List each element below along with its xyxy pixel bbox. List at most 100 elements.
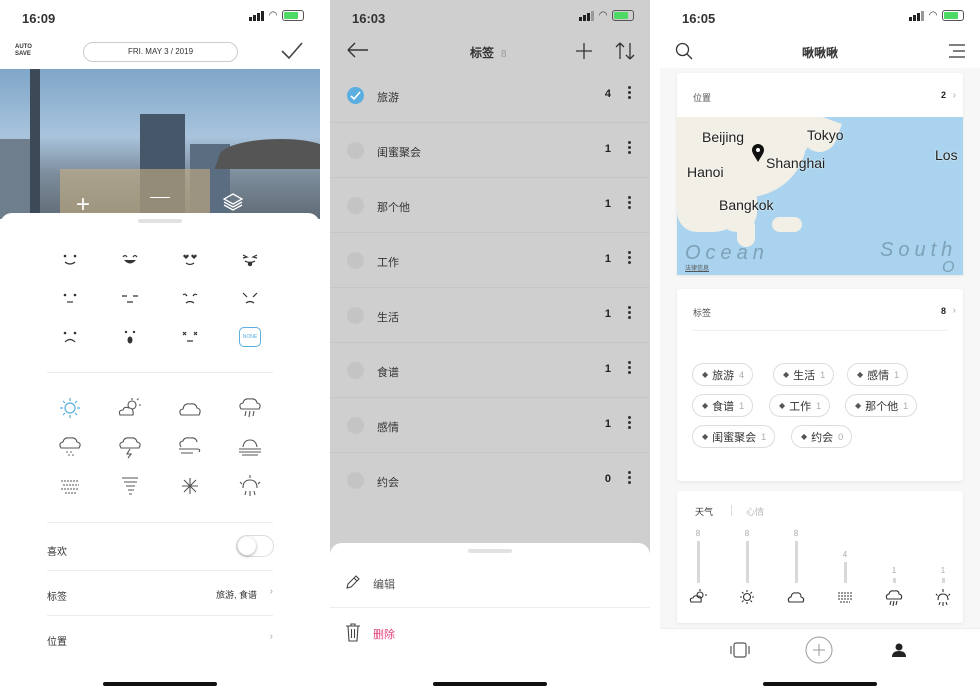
tag-check-icon[interactable]	[347, 142, 364, 159]
more-icon[interactable]	[628, 141, 632, 156]
tag-check-icon[interactable]	[347, 472, 364, 489]
tag-row[interactable]: 闺蜜聚会 1	[330, 123, 650, 178]
weather-stat-count: 8	[695, 529, 701, 538]
entry-photo[interactable]: +	[0, 69, 320, 219]
map-legal-link[interactable]: 法律信息	[685, 263, 709, 272]
autosave-toggle[interactable]: AUTO SAVE	[15, 44, 35, 58]
location-label: 位置	[47, 637, 67, 648]
add-icon[interactable]	[575, 42, 593, 60]
tag-row[interactable]: 那个他 1	[330, 178, 650, 233]
more-icon[interactable]	[628, 416, 632, 431]
more-icon[interactable]	[628, 306, 632, 321]
layers-icon[interactable]	[222, 191, 244, 213]
weather-rain-icon[interactable]	[220, 388, 280, 427]
chevron-right-icon: ›	[269, 586, 273, 597]
back-arrow-icon[interactable]	[347, 42, 369, 58]
page-title-text: 标签	[470, 46, 495, 60]
tag-row[interactable]: 旅游 4	[330, 68, 650, 123]
location-map[interactable]: Beijing Tokyo Shanghai Hanoi Bangkok Los…	[677, 117, 963, 275]
tag-count: 1	[604, 308, 611, 320]
tag-row[interactable]: 工作 1	[330, 233, 650, 288]
profile-tab-icon[interactable]	[891, 642, 907, 658]
tags-card[interactable]: 标签 8 › ◆ 旅游 4 ◆ 生活 1 ◆ 感情 1 ◆ 食谱 1 ◆ 工作 1 ◆ 那个他 1 ◆ 闺…	[677, 289, 963, 481]
tag-chip[interactable]: ◆ 旅游 4	[692, 363, 754, 386]
map-pin-icon[interactable]	[751, 143, 765, 163]
tag-chip[interactable]: ◆ 食谱 1	[692, 394, 754, 417]
tag-chip[interactable]: ◆ 感情 1	[847, 363, 909, 386]
tag-chip[interactable]: ◆ 生活 1	[773, 363, 835, 386]
weather-sun-icon[interactable]	[40, 388, 100, 427]
chip-count: 1	[820, 369, 826, 380]
tag-icon: ◆	[857, 370, 864, 379]
tag-chip[interactable]: ◆ 闺蜜聚会 1	[692, 425, 776, 448]
sheet-handle[interactable]	[468, 549, 512, 553]
weather-drizzle-icon[interactable]	[40, 427, 100, 466]
more-icon[interactable]	[628, 86, 632, 101]
cards-tab-icon[interactable]	[730, 642, 750, 658]
tag-row[interactable]: 感情 1	[330, 398, 650, 453]
delete-action[interactable]: 删除	[330, 608, 650, 658]
tab-weather[interactable]: 天气	[695, 505, 713, 518]
more-icon[interactable]	[628, 251, 632, 266]
edit-action[interactable]: 编辑	[330, 558, 650, 608]
weather-sunrise-icon[interactable]	[220, 466, 280, 505]
tag-check-icon[interactable]	[347, 417, 364, 434]
tag-icon: ◆	[702, 432, 709, 441]
tag-name: 闺蜜聚会	[377, 147, 421, 159]
weather-fog-icon[interactable]	[220, 427, 280, 466]
location-row[interactable]: 位置 ›	[47, 631, 273, 648]
tag-row[interactable]: 生活 1	[330, 288, 650, 343]
mood-meh-icon[interactable]	[100, 279, 160, 318]
weather-snow-icon[interactable]	[160, 466, 220, 505]
mood-sad-icon[interactable]	[160, 279, 220, 318]
mood-tongue-icon[interactable]	[220, 240, 280, 279]
tab-mood[interactable]: 心情	[746, 505, 764, 518]
tag-check-icon[interactable]	[347, 307, 364, 324]
weather-tornado-icon[interactable]	[100, 466, 160, 505]
like-toggle[interactable]	[236, 535, 274, 557]
sort-icon[interactable]	[615, 42, 635, 60]
tag-check-icon[interactable]	[347, 362, 364, 379]
delete-label: 删除	[373, 629, 395, 641]
more-icon[interactable]	[628, 196, 632, 211]
mood-angry-icon[interactable]	[220, 279, 280, 318]
location-card[interactable]: 位置 2 › Beijing Tokyo Shanghai Hanoi Bang…	[677, 73, 963, 275]
tags-row[interactable]: 标签 旅游, 食谱 ›	[47, 586, 273, 603]
sheet-handle[interactable]	[138, 219, 182, 223]
mood-cry-icon[interactable]	[40, 317, 100, 356]
weather-haze-icon[interactable]	[40, 466, 100, 505]
tag-check-icon[interactable]	[347, 87, 364, 104]
mood-none-button[interactable]: NONE	[220, 317, 280, 356]
mood-laugh-icon[interactable]	[100, 240, 160, 279]
tag-chip[interactable]: ◆ 约会 0	[791, 425, 853, 448]
tag-count: 1	[604, 143, 611, 155]
weather-wind-icon[interactable]	[160, 427, 220, 466]
tag-check-icon[interactable]	[347, 252, 364, 269]
tag-chip[interactable]: ◆ 工作 1	[769, 394, 831, 417]
status-time: 16:05	[682, 11, 716, 26]
add-entry-icon[interactable]	[805, 636, 833, 664]
mood-love-icon[interactable]	[160, 240, 220, 279]
tag-row[interactable]: 约会 0	[330, 453, 650, 508]
weather-storm-icon[interactable]	[100, 427, 160, 466]
remove-photo-icon[interactable]	[150, 197, 170, 198]
sunrise-icon	[935, 589, 951, 606]
weather-partly-cloudy-icon[interactable]	[100, 388, 160, 427]
sun-cloud-icon	[689, 589, 707, 603]
tag-row[interactable]: 食谱 1	[330, 343, 650, 398]
mood-happy-icon[interactable]	[40, 240, 100, 279]
tags-count: 8	[501, 49, 507, 60]
mood-neutral-icon[interactable]	[40, 279, 100, 318]
mood-dizzy-icon[interactable]	[160, 317, 220, 356]
more-icon[interactable]	[628, 471, 632, 486]
map-label: Beijing	[702, 129, 745, 145]
menu-icon[interactable]	[948, 44, 966, 58]
date-picker[interactable]: FRI. MAY 3 / 2019	[83, 42, 238, 62]
more-icon[interactable]	[628, 361, 632, 376]
weather-cloud-icon[interactable]	[160, 388, 220, 427]
tag-icon: ◆	[702, 401, 709, 410]
done-check-icon[interactable]	[280, 40, 304, 62]
tag-chip[interactable]: ◆ 那个他 1	[845, 394, 918, 417]
mood-surprised-icon[interactable]	[100, 317, 160, 356]
tag-check-icon[interactable]	[347, 197, 364, 214]
